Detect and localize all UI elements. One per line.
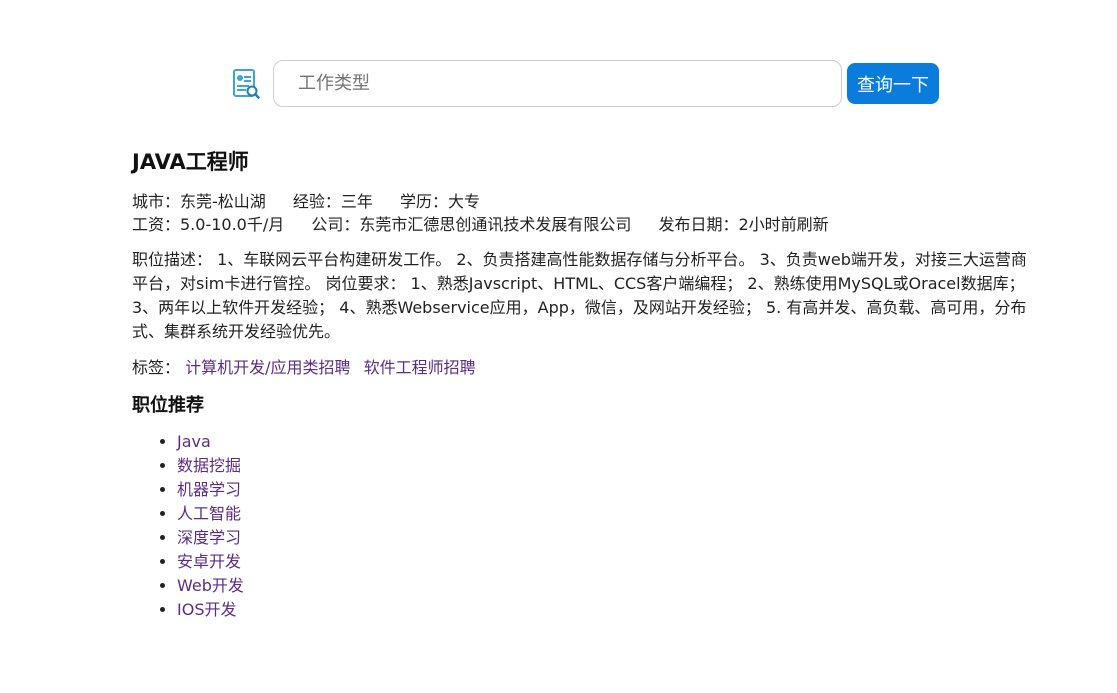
tag-link[interactable]: 计算机开发/应用类招聘 [185, 358, 350, 377]
tags-label: 标签： [132, 358, 181, 377]
list-item: Web开发 [177, 574, 1032, 598]
list-item: 安卓开发 [177, 550, 1032, 574]
recommend-link-web[interactable]: Web开发 [177, 576, 244, 595]
job-detail: JAVA工程师 城市：东莞-松山湖 经验：三年 学历：大专 工资：5.0-10.… [132, 148, 1032, 622]
recommend-link-ios[interactable]: IOS开发 [177, 600, 236, 619]
recommend-link-java[interactable]: Java [177, 432, 211, 451]
search-bar: 查询一下 [231, 60, 939, 107]
job-company: 公司：东莞市汇德思创通讯技术发展有限公司 [311, 215, 632, 234]
recommend-link-ai[interactable]: 人工智能 [177, 504, 241, 523]
recommend-title: 职位推荐 [132, 395, 204, 416]
job-tags: 标签： 计算机开发/应用类招聘 软件工程师招聘 [132, 356, 1032, 380]
job-city: 城市：东莞-松山湖 [132, 192, 266, 211]
job-experience: 经验：三年 [292, 192, 373, 211]
recommend-list: Java 数据挖掘 机器学习 人工智能 深度学习 安卓开发 Web开发 IOS开… [132, 430, 1032, 622]
tag-link[interactable]: 软件工程师招聘 [364, 358, 476, 377]
recommend-link-android[interactable]: 安卓开发 [177, 552, 241, 571]
recommend-link-machine-learning[interactable]: 机器学习 [177, 480, 241, 499]
list-item: 深度学习 [177, 526, 1032, 550]
list-item: Java [177, 430, 1032, 454]
job-type-search-input[interactable] [273, 60, 842, 107]
list-item: IOS开发 [177, 598, 1032, 622]
recommend-link-data-mining[interactable]: 数据挖掘 [177, 456, 241, 475]
resume-search-icon [231, 67, 261, 101]
job-description: 职位描述： 1、车联网云平台构建研发工作。 2、负责搭建高性能数据存储与分析平台… [132, 250, 1027, 341]
job-posted-date: 发布日期：2小时前刷新 [658, 215, 829, 234]
job-title: JAVA工程师 [132, 150, 249, 174]
list-item: 人工智能 [177, 502, 1032, 526]
list-item: 机器学习 [177, 478, 1032, 502]
list-item: 数据挖掘 [177, 454, 1032, 478]
search-button[interactable]: 查询一下 [847, 63, 939, 104]
job-education: 学历：大专 [399, 192, 480, 211]
job-meta-line-1: 城市：东莞-松山湖 经验：三年 学历：大专 [132, 190, 1032, 213]
job-meta-line-2: 工资：5.0-10.0千/月 公司：东莞市汇德思创通讯技术发展有限公司 发布日期… [132, 213, 1032, 236]
recommend-link-deep-learning[interactable]: 深度学习 [177, 528, 241, 547]
job-salary: 工资：5.0-10.0千/月 [132, 215, 285, 234]
